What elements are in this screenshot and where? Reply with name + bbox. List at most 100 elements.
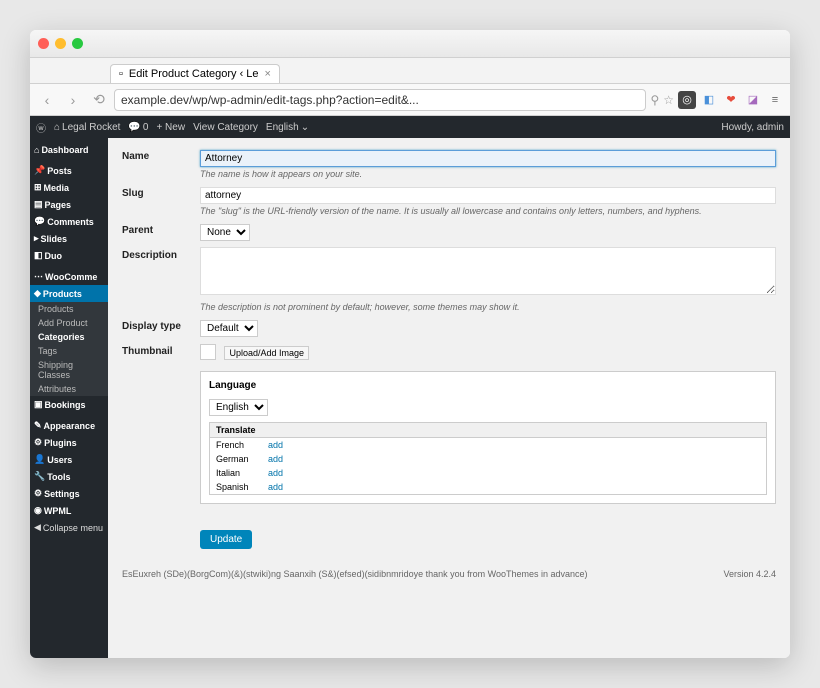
translate-lang: Spanish	[216, 482, 256, 492]
sidebar-item-plugins[interactable]: ⚙Plugins	[30, 434, 108, 451]
translate-lang: Italian	[216, 468, 256, 478]
sidebar-item-wpml[interactable]: ◉WPML	[30, 502, 108, 519]
users-icon: 👤	[34, 454, 45, 465]
translate-lang: German	[216, 454, 256, 464]
slug-label: Slug	[122, 185, 200, 199]
url-bar: ‹ › ⟲ example.dev/wp/wp-admin/edit-tags.…	[30, 84, 790, 116]
translate-lang: French	[216, 440, 256, 450]
sidebar-sub-products[interactable]: Products	[30, 302, 108, 316]
thumbnail-preview	[200, 344, 216, 360]
sidebar-item-bookings[interactable]: ▣Bookings	[30, 396, 108, 413]
products-icon: ◆	[34, 288, 41, 299]
pin-icon: 📌	[34, 165, 45, 176]
woo-icon: ⋯	[34, 271, 43, 282]
extension-icon[interactable]: ◎	[678, 91, 696, 109]
translate-table: Translate French add German add Italian	[209, 422, 767, 495]
upload-image-button[interactable]: Upload/Add Image	[224, 346, 309, 360]
description-textarea[interactable]	[200, 247, 776, 295]
language-switcher[interactable]: English ⌄	[266, 122, 309, 133]
browser-window: ▫ Edit Product Category ‹ Le × ‹ › ⟲ exa…	[30, 30, 790, 658]
sidebar-item-duo[interactable]: ◧Duo	[30, 247, 108, 264]
translate-add-link[interactable]: add	[268, 454, 283, 464]
sidebar-item-products[interactable]: ◆Products	[30, 285, 108, 302]
bookmark-icon[interactable]: ☆	[663, 93, 674, 107]
translate-add-link[interactable]: add	[268, 440, 283, 450]
content-area: ⌂Dashboard 📌Posts ⊞Media ▤Pages 💬Comment…	[30, 138, 790, 658]
footer-left: EsEuxreh (SDe)(BorgCom)(&)(stwiki)ng Saa…	[122, 569, 588, 579]
search-icon[interactable]: ⚲	[650, 93, 659, 107]
new-link[interactable]: + New	[156, 122, 185, 133]
field-parent-row: Parent None	[122, 222, 776, 241]
minimize-window-icon[interactable]	[55, 38, 66, 49]
page-icon: ▫	[119, 68, 123, 80]
browser-tab[interactable]: ▫ Edit Product Category ‹ Le ×	[110, 64, 280, 83]
update-button[interactable]: Update	[200, 530, 252, 549]
dashboard-icon: ⌂	[34, 145, 39, 155]
site-name-link[interactable]: ⌂ Legal Rocket	[54, 122, 120, 133]
extension-icon[interactable]: ◪	[744, 91, 762, 109]
title-bar	[30, 30, 790, 58]
name-help: The name is how it appears on your site.	[200, 169, 776, 179]
field-slug-row: Slug The "slug" is the URL-friendly vers…	[122, 185, 776, 216]
language-title: Language	[209, 380, 767, 391]
sidebar-item-pages[interactable]: ▤Pages	[30, 196, 108, 213]
sidebar-item-posts[interactable]: 📌Posts	[30, 162, 108, 179]
browser-tabs: ▫ Edit Product Category ‹ Le ×	[30, 58, 790, 84]
close-tab-icon[interactable]: ×	[265, 68, 271, 80]
media-icon: ⊞	[34, 182, 42, 193]
sidebar-item-media[interactable]: ⊞Media	[30, 179, 108, 196]
reload-button[interactable]: ⟲	[88, 89, 110, 111]
sidebar-sub-add-product[interactable]: Add Product	[30, 316, 108, 330]
display-type-select[interactable]: Default	[200, 320, 258, 337]
view-category-link[interactable]: View Category	[193, 122, 258, 133]
name-input[interactable]	[200, 150, 776, 167]
slug-input[interactable]	[200, 187, 776, 204]
maximize-window-icon[interactable]	[72, 38, 83, 49]
menu-icon[interactable]: ≡	[766, 91, 784, 109]
extension-icon[interactable]: ◧	[700, 91, 718, 109]
wp-admin-bar: ⓦ ⌂ Legal Rocket 💬 0 + New View Category…	[30, 116, 790, 138]
translate-add-link[interactable]: add	[268, 468, 283, 478]
howdy-link[interactable]: Howdy, admin	[721, 122, 784, 133]
field-name-row: Name The name is how it appears on your …	[122, 148, 776, 179]
plugins-icon: ⚙	[34, 437, 42, 448]
duo-icon: ◧	[34, 250, 43, 261]
translate-header: Translate	[210, 423, 766, 438]
translate-row: German add	[210, 452, 766, 466]
sidebar-sub-attributes[interactable]: Attributes	[30, 382, 108, 396]
translate-add-link[interactable]: add	[268, 482, 283, 492]
language-select[interactable]: English	[209, 399, 268, 416]
sidebar-sub-shipping[interactable]: Shipping Classes	[30, 358, 108, 382]
thumbnail-label: Thumbnail	[122, 343, 200, 357]
name-label: Name	[122, 148, 200, 162]
sidebar-sub-categories[interactable]: Categories	[30, 330, 108, 344]
sidebar-collapse[interactable]: ◀Collapse menu	[30, 519, 108, 536]
sidebar-item-users[interactable]: 👤Users	[30, 451, 108, 468]
wp-logo-icon[interactable]: ⓦ	[36, 120, 46, 135]
page-icon: ▤	[34, 199, 43, 210]
field-display-type-row: Display type Default	[122, 318, 776, 337]
footer-version: Version 4.2.4	[723, 569, 776, 579]
sidebar-item-woocommerce[interactable]: ⋯WooComme	[30, 268, 108, 285]
display-type-label: Display type	[122, 318, 200, 332]
description-help: The description is not prominent by defa…	[200, 302, 776, 312]
url-input[interactable]: example.dev/wp/wp-admin/edit-tags.php?ac…	[114, 89, 646, 111]
sidebar-item-tools[interactable]: 🔧Tools	[30, 468, 108, 485]
sidebar-item-appearance[interactable]: ✎Appearance	[30, 417, 108, 434]
sidebar-item-slides[interactable]: ▸Slides	[30, 230, 108, 247]
extension-icon[interactable]: ❤	[722, 91, 740, 109]
forward-button[interactable]: ›	[62, 89, 84, 111]
slug-help: The "slug" is the URL-friendly version o…	[200, 206, 776, 216]
sidebar-item-dashboard[interactable]: ⌂Dashboard	[30, 142, 108, 158]
sidebar-item-comments[interactable]: 💬Comments	[30, 213, 108, 230]
appearance-icon: ✎	[34, 420, 42, 431]
comments-link[interactable]: 💬 0	[128, 122, 148, 133]
back-button[interactable]: ‹	[36, 89, 58, 111]
tab-title: Edit Product Category ‹ Le	[129, 68, 259, 80]
bookings-icon: ▣	[34, 399, 43, 410]
sidebar-sub-tags[interactable]: Tags	[30, 344, 108, 358]
sidebar-item-settings[interactable]: ⚙Settings	[30, 485, 108, 502]
close-window-icon[interactable]	[38, 38, 49, 49]
translate-row: Spanish add	[210, 480, 766, 494]
parent-select[interactable]: None	[200, 224, 250, 241]
